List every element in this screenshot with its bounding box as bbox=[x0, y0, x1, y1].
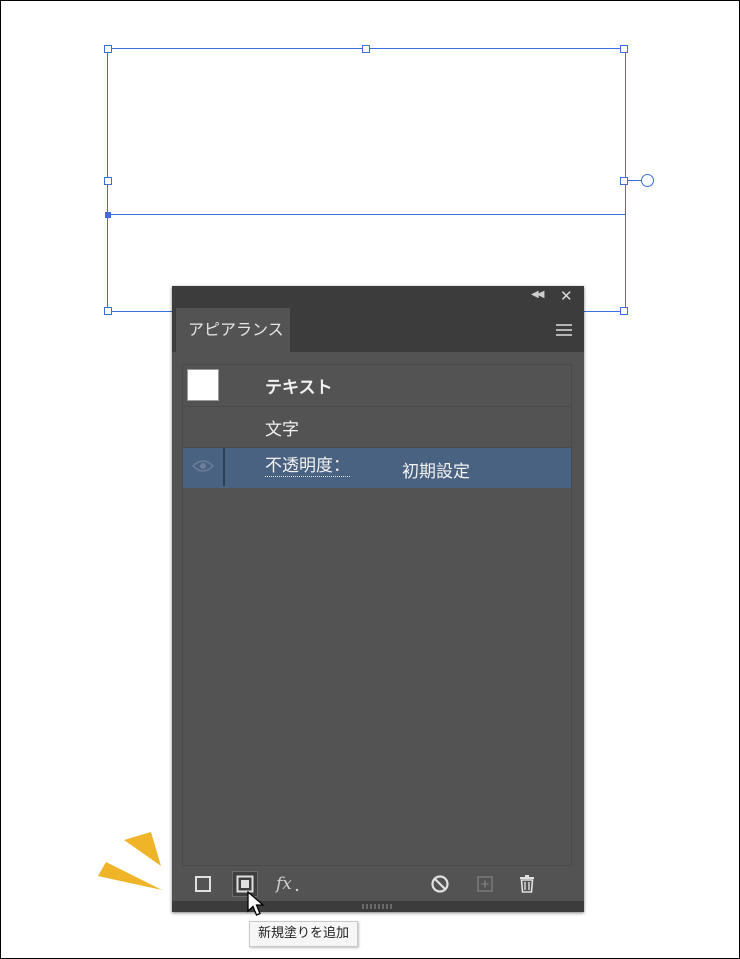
thread-connector bbox=[627, 180, 641, 181]
resize-handle-bottom-left[interactable] bbox=[104, 307, 112, 315]
resize-handle-middle-left[interactable] bbox=[104, 177, 112, 185]
delete-item-button[interactable] bbox=[514, 871, 540, 897]
duplicate-item-button[interactable] bbox=[472, 871, 498, 897]
row-label-text: テキスト bbox=[265, 378, 333, 398]
list-item-text-object[interactable]: テキスト bbox=[183, 365, 571, 405]
appearance-panel: ◀◀ ✕ アピアランス テキスト 文字 不透明度： 初期設定 fx bbox=[172, 286, 584, 912]
eye-icon[interactable] bbox=[192, 459, 214, 473]
text-thread-port[interactable] bbox=[641, 174, 654, 187]
mouse-pointer-icon bbox=[247, 891, 265, 916]
opacity-value: 初期設定 bbox=[402, 462, 470, 482]
resize-grip-icon[interactable] bbox=[362, 904, 392, 909]
clear-appearance-button[interactable] bbox=[427, 871, 453, 897]
resize-handle-top-right[interactable] bbox=[620, 45, 628, 53]
panel-bottom-toolbar: fx bbox=[172, 867, 584, 901]
resize-handle-bottom-right[interactable] bbox=[620, 307, 628, 315]
duplicate-item-icon bbox=[477, 876, 493, 892]
add-new-stroke-icon bbox=[195, 876, 211, 892]
baseline-anchor-point[interactable] bbox=[105, 212, 111, 218]
add-new-effect-button[interactable]: fx bbox=[275, 871, 301, 897]
opacity-link[interactable]: 不透明度： bbox=[265, 457, 350, 477]
add-new-stroke-button[interactable] bbox=[190, 871, 216, 897]
object-thumbnail bbox=[187, 369, 219, 401]
row-label-characters: 文字 bbox=[265, 420, 299, 440]
fx-icon: fx bbox=[275, 874, 299, 894]
hamburger-menu-icon[interactable] bbox=[556, 324, 572, 336]
panel-titlebar[interactable]: ◀◀ ✕ bbox=[172, 286, 584, 308]
tab-appearance[interactable]: アピアランス bbox=[176, 308, 290, 352]
panel-body: テキスト 文字 不透明度： 初期設定 fx bbox=[172, 352, 584, 901]
text-frame-bounding-box[interactable] bbox=[107, 48, 626, 312]
appearance-list: テキスト 文字 不透明度： 初期設定 bbox=[182, 364, 572, 866]
panel-resize-bar[interactable] bbox=[172, 901, 584, 912]
text-baseline bbox=[107, 214, 625, 215]
close-icon[interactable]: ✕ bbox=[560, 287, 573, 305]
svg-text:fx: fx bbox=[275, 874, 292, 894]
double-chevron-left-icon[interactable]: ◀◀ bbox=[531, 289, 544, 300]
list-item-characters[interactable]: 文字 bbox=[183, 407, 571, 447]
resize-handle-top-left[interactable] bbox=[104, 45, 112, 53]
trash-icon bbox=[520, 875, 534, 893]
panel-tabbar: アピアランス bbox=[172, 308, 584, 352]
clear-appearance-icon bbox=[431, 875, 449, 893]
tooltip: 新規塗りを追加 bbox=[249, 921, 359, 947]
list-item-opacity[interactable]: 不透明度： 初期設定 bbox=[183, 448, 571, 488]
visibility-divider bbox=[223, 448, 225, 486]
resize-handle-top-center[interactable] bbox=[362, 45, 370, 53]
resize-handle-middle-right[interactable] bbox=[620, 177, 628, 185]
highlight-burst-icon bbox=[98, 832, 162, 890]
